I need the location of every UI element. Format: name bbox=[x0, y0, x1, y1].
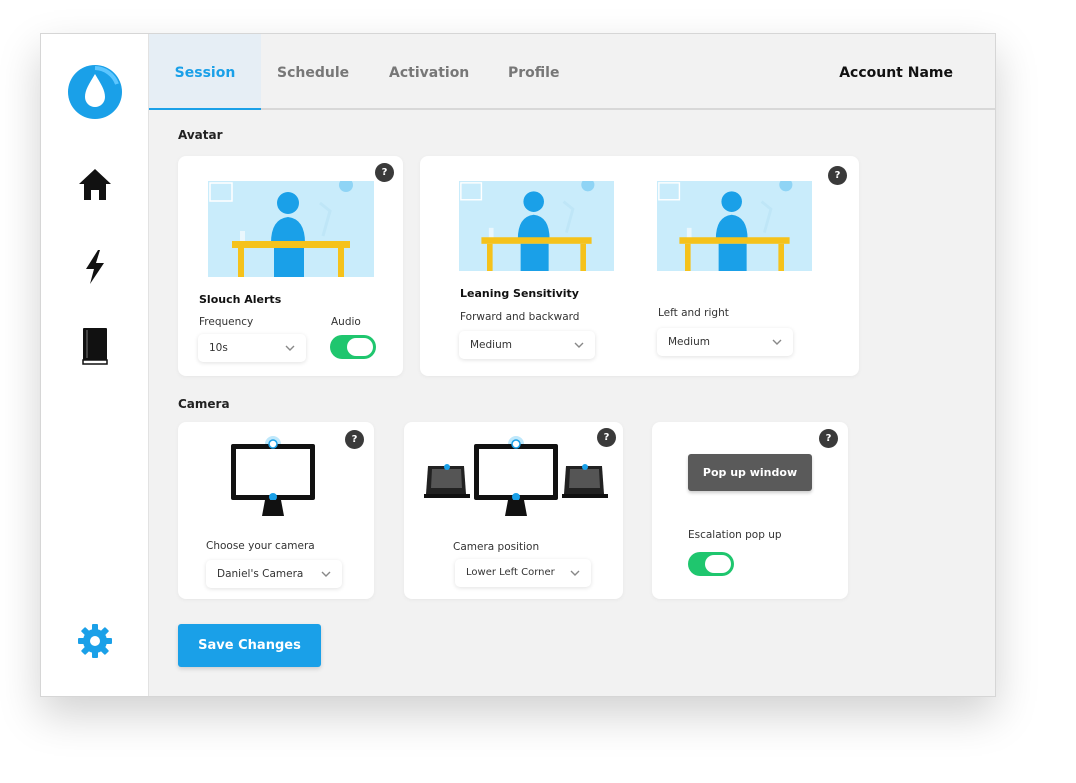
choose-camera-card: ? Choose your camera Daniel's Camera bbox=[178, 422, 374, 599]
top-tab-bar: Session Schedule Activation Profile Acco… bbox=[149, 34, 995, 110]
home-icon[interactable] bbox=[77, 166, 113, 202]
choose-camera-label: Choose your camera bbox=[206, 540, 315, 552]
lightning-icon[interactable] bbox=[82, 249, 108, 285]
slouch-alerts-card: ? Slouch Alerts Frequency Audio 10s bbox=[178, 156, 403, 376]
left-right-value: Medium bbox=[668, 336, 710, 348]
help-icon[interactable]: ? bbox=[819, 429, 838, 448]
left-right-select[interactable]: Medium bbox=[657, 328, 793, 356]
forward-backward-value: Medium bbox=[470, 339, 512, 351]
frequency-select[interactable]: 10s bbox=[198, 334, 306, 362]
logo-icon[interactable] bbox=[67, 64, 123, 120]
camera-position-value: Lower Left Corner bbox=[466, 567, 555, 578]
left-right-label: Left and right bbox=[658, 307, 729, 319]
help-icon[interactable]: ? bbox=[345, 430, 364, 449]
chevron-down-icon bbox=[574, 342, 584, 348]
escalation-toggle[interactable] bbox=[688, 552, 734, 576]
avatar-illustration bbox=[657, 181, 812, 271]
app-window: Session Schedule Activation Profile Acco… bbox=[40, 33, 996, 697]
avatar-section-title: Avatar bbox=[178, 128, 223, 142]
tab-profile[interactable]: Profile bbox=[508, 34, 559, 110]
tab-activation[interactable]: Activation bbox=[389, 34, 469, 110]
camera-section-title: Camera bbox=[178, 397, 230, 411]
save-changes-button[interactable]: Save Changes bbox=[178, 624, 321, 667]
toggle-knob bbox=[347, 338, 373, 356]
chevron-down-icon bbox=[772, 339, 782, 345]
help-icon[interactable]: ? bbox=[828, 166, 847, 185]
chevron-down-icon bbox=[321, 571, 331, 577]
forward-backward-label: Forward and backward bbox=[460, 311, 580, 323]
monitor-icon bbox=[231, 436, 315, 516]
leaning-sensitivity-card: ? Leaning Sensitivity Forward and backwa… bbox=[420, 156, 859, 376]
leaning-sensitivity-title: Leaning Sensitivity bbox=[460, 287, 579, 300]
book-icon[interactable] bbox=[81, 327, 109, 365]
camera-position-label: Camera position bbox=[453, 541, 540, 553]
escalation-label: Escalation pop up bbox=[688, 529, 782, 541]
camera-position-illustration bbox=[424, 436, 608, 516]
frequency-value: 10s bbox=[209, 342, 228, 354]
sidebar bbox=[41, 34, 149, 696]
avatar-illustration bbox=[208, 181, 374, 277]
pop-up-window-button[interactable]: Pop up window bbox=[688, 454, 812, 491]
avatar-illustration bbox=[459, 181, 614, 271]
audio-label: Audio bbox=[331, 316, 361, 328]
chevron-down-icon bbox=[285, 345, 295, 351]
chevron-down-icon bbox=[570, 570, 580, 576]
help-icon[interactable]: ? bbox=[375, 163, 394, 182]
gear-icon[interactable] bbox=[77, 623, 113, 659]
camera-value: Daniel's Camera bbox=[217, 568, 304, 580]
popup-card: ? Pop up window Escalation pop up bbox=[652, 422, 848, 599]
tab-schedule[interactable]: Schedule bbox=[277, 34, 349, 110]
tab-session[interactable]: Session bbox=[149, 34, 261, 110]
account-name[interactable]: Account Name bbox=[839, 34, 953, 112]
slouch-alerts-title: Slouch Alerts bbox=[199, 293, 282, 306]
frequency-label: Frequency bbox=[199, 316, 254, 328]
forward-backward-select[interactable]: Medium bbox=[459, 331, 595, 359]
camera-select[interactable]: Daniel's Camera bbox=[206, 560, 342, 588]
audio-toggle[interactable] bbox=[330, 335, 376, 359]
camera-position-card: ? Camera position Lower Left Corner bbox=[404, 422, 623, 599]
camera-position-select[interactable]: Lower Left Corner bbox=[455, 559, 591, 587]
toggle-knob bbox=[705, 555, 731, 573]
